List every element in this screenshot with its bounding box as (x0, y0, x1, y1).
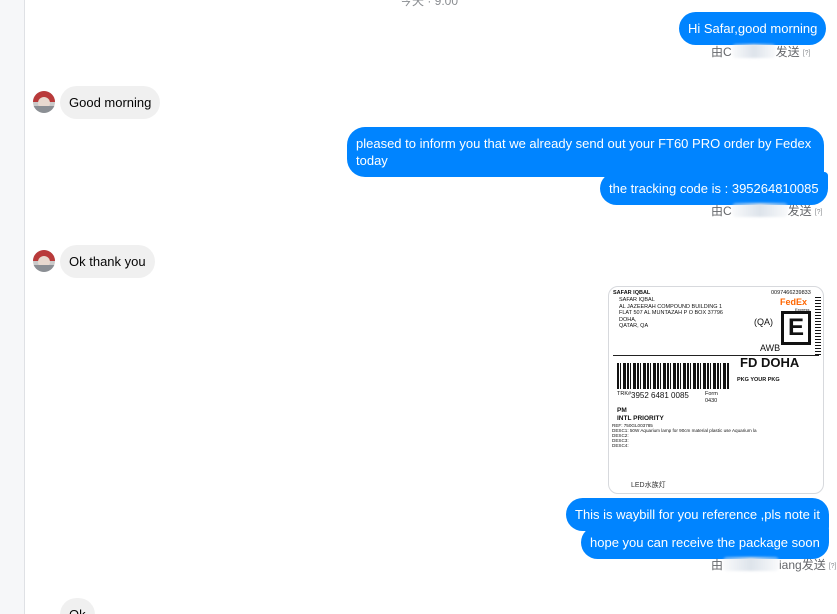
waybill-name: SAFAR IQBAL (613, 290, 651, 296)
waybill-image[interactable]: SAFAR IQBAL 0097466239833 SAFAR IQBAL AL… (608, 286, 824, 494)
redacted-name (731, 203, 788, 217)
message-incoming[interactable]: Ok (60, 598, 95, 614)
awb-label: AWB (760, 343, 781, 353)
message-outgoing[interactable]: hope you can receive the package soon (581, 526, 829, 559)
help-link[interactable]: [?] (829, 563, 837, 570)
message-incoming[interactable]: Good morning (60, 86, 161, 119)
destination: FD DOHA (740, 355, 800, 370)
waybill-country: (QA) (754, 317, 773, 327)
trk-label: TRK# (617, 391, 632, 397)
priority: PM INTL PRIORITY (617, 407, 664, 422)
help-link[interactable]: [?] (803, 50, 811, 57)
waybill-address: SAFAR IQBAL AL JAZEERAH COMPOUND BUILDIN… (619, 297, 723, 329)
form-code: Form 0430 (705, 391, 718, 404)
fedex-logo-text: FedEx (780, 297, 808, 307)
pkg-type: PKG YOUR PKG (737, 377, 780, 383)
message-incoming[interactable]: Ok thank you (60, 245, 155, 278)
reference-lines: REF: 750GL003785 DESC1: 50W Aquarium lam… (612, 423, 757, 448)
waybill-phone: 0097466239833 (771, 290, 811, 296)
sender-suffix: 发送 (801, 558, 826, 572)
sender-prefix: 由 (711, 558, 724, 572)
message-outgoing[interactable]: the tracking code is : 395264810085 (600, 172, 828, 205)
sender-prefix: 由C (711, 45, 732, 59)
sender-line: 由C 发送 [?] (711, 202, 822, 219)
message-outgoing[interactable]: Hi Safar,good morning (679, 12, 827, 45)
redacted-name (723, 557, 780, 571)
sender-suffix: 发送 (787, 204, 812, 218)
sender-prefix: 由C (711, 204, 732, 218)
service-letter: E (781, 311, 811, 345)
date-divider: 今天 · 9:00 (400, 0, 459, 8)
sender-line: 由 iang发送 [?] (711, 556, 837, 573)
side-barcode (815, 297, 821, 357)
redacted-name (731, 44, 776, 58)
sender-line: 由C 发送 [?] (711, 43, 810, 60)
help-link[interactable]: [?] (815, 209, 823, 216)
fedex-logo: FedEx (780, 297, 807, 307)
avatar[interactable] (33, 91, 55, 113)
left-rail (0, 0, 25, 614)
tracking-number: 3952 6481 0085 (631, 391, 689, 400)
avatar[interactable] (33, 250, 55, 272)
message-outgoing[interactable]: pleased to inform you that we already se… (347, 127, 824, 177)
sender-suffix: 发送 (775, 45, 800, 59)
sender-name-tail: iang (779, 558, 802, 572)
barcode (617, 363, 729, 389)
handwritten-note: LED水族灯 (631, 482, 666, 489)
